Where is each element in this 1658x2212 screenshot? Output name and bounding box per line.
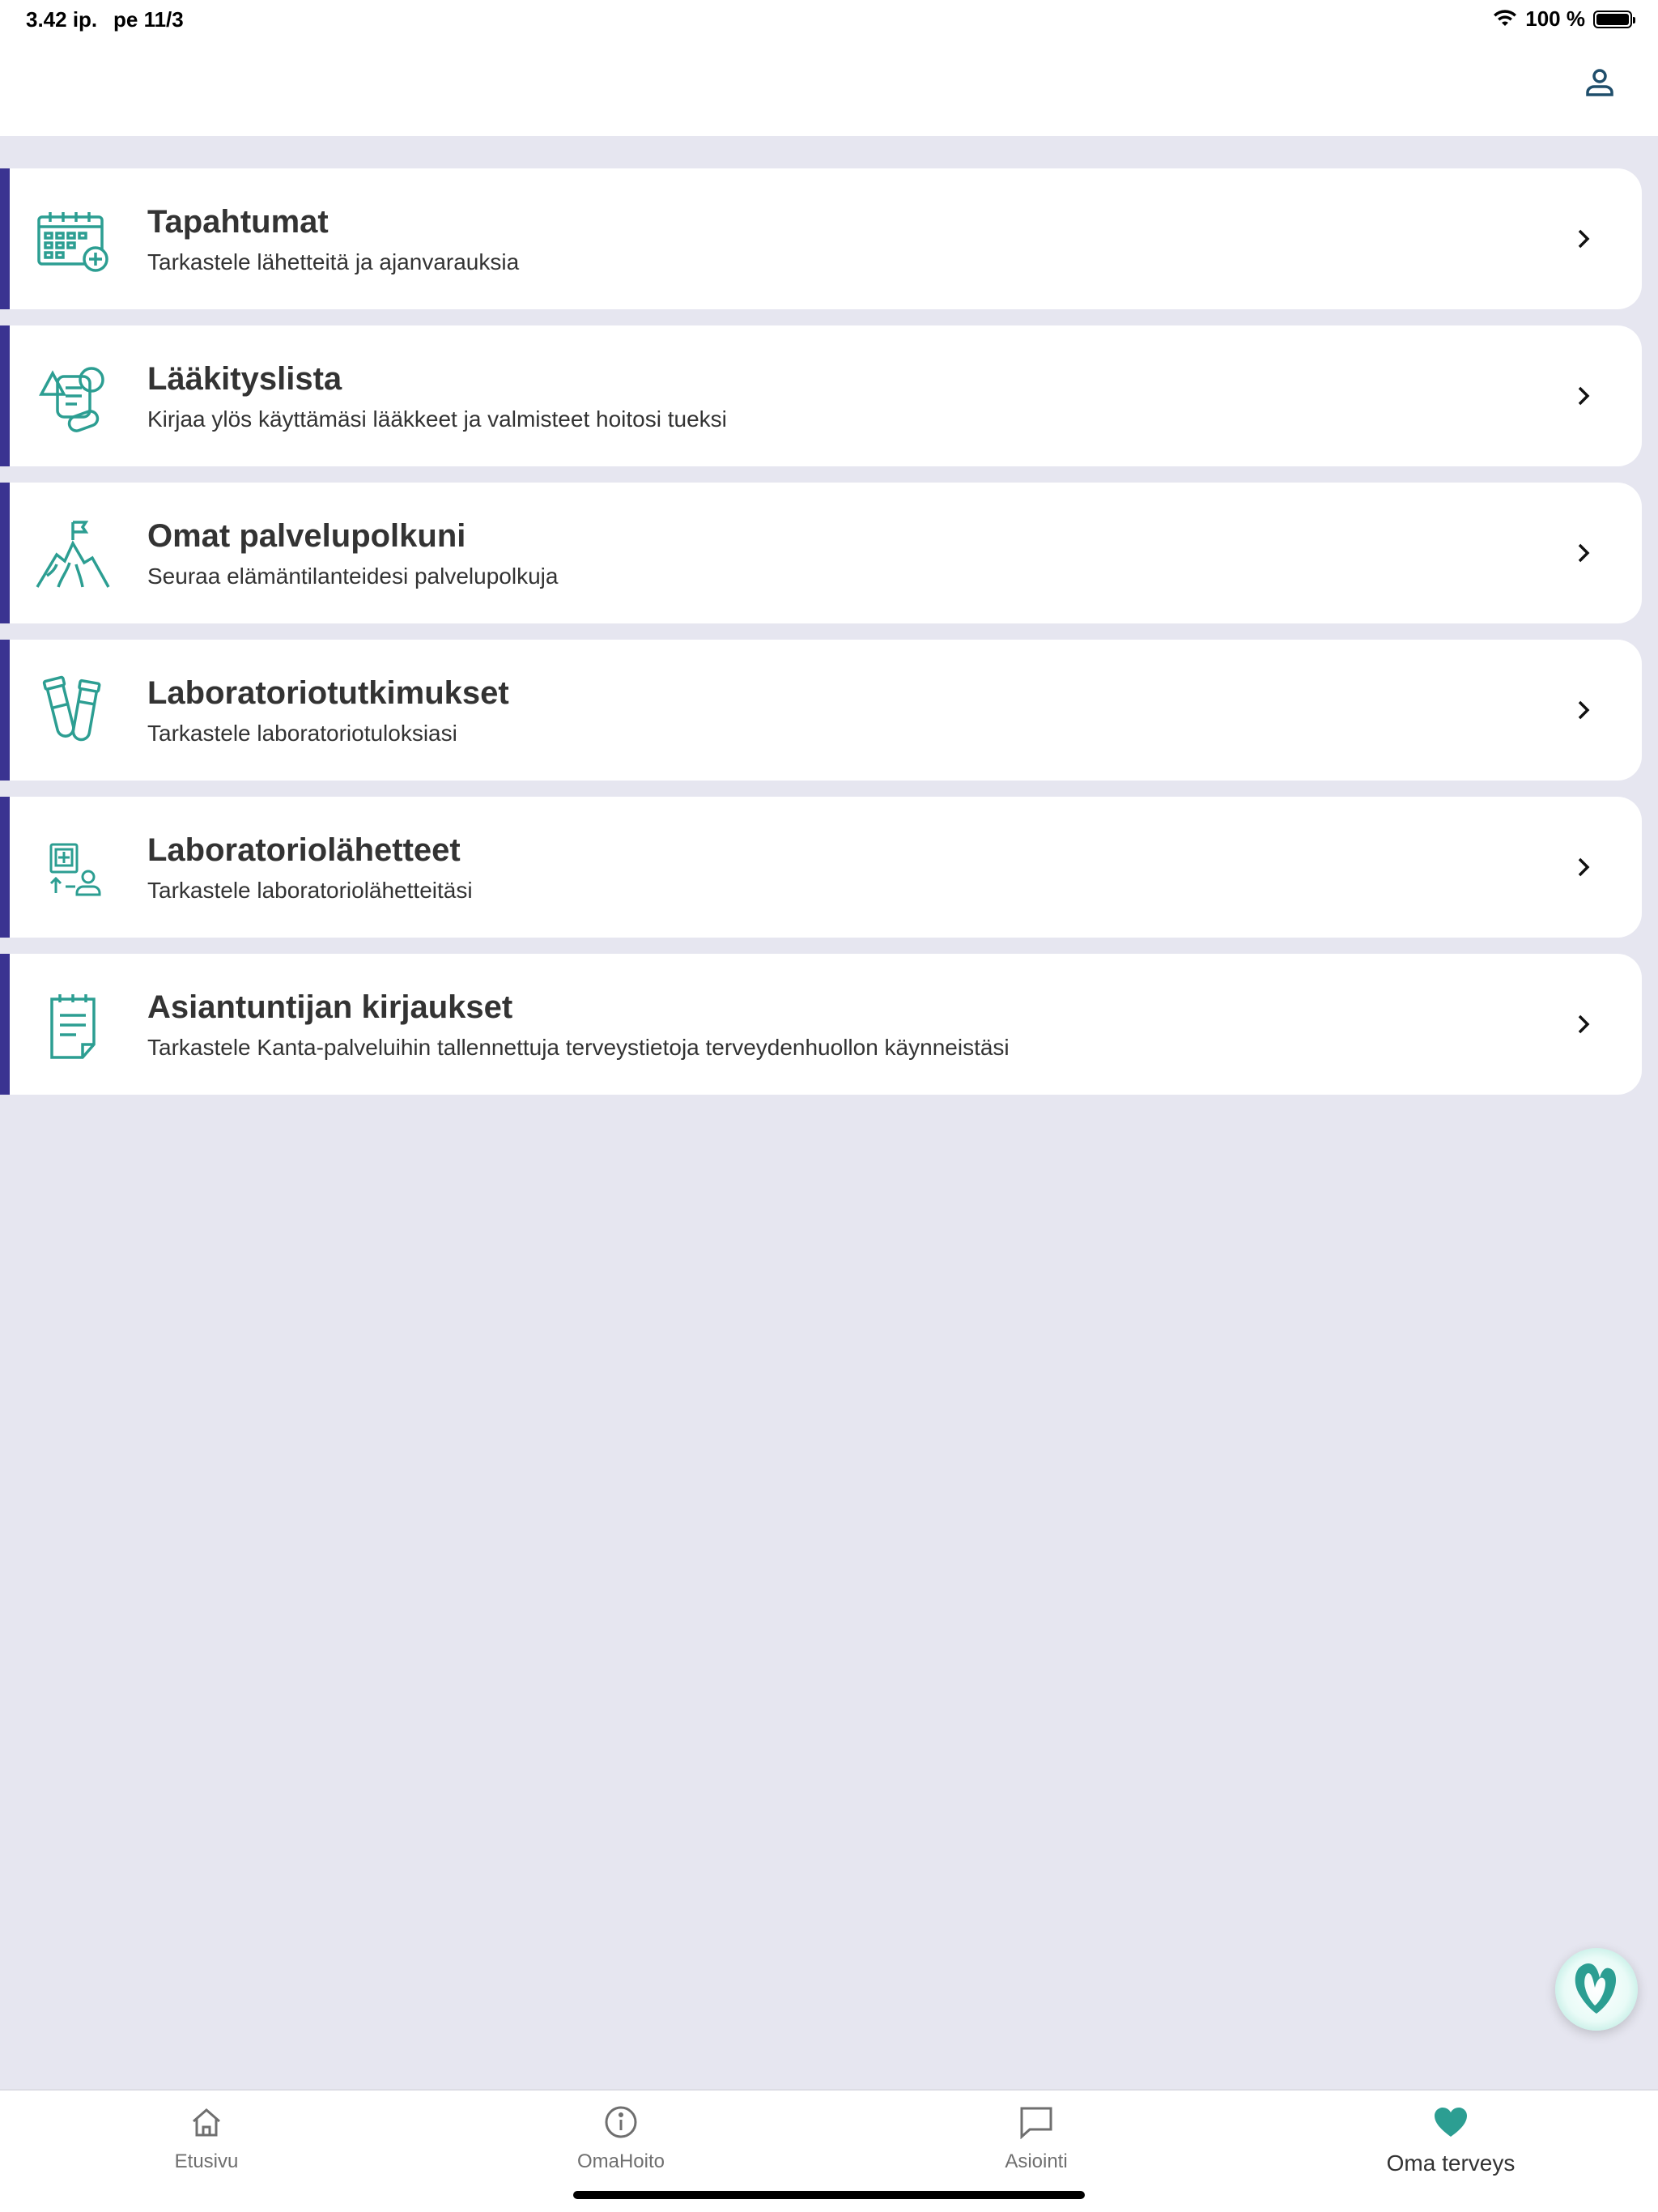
heart-chat-icon xyxy=(1575,1963,1616,2014)
tab-etusivu[interactable]: Etusivu xyxy=(85,2102,328,2183)
clinic-referral-icon xyxy=(34,831,112,908)
tab-label: Etusivu xyxy=(174,2150,239,2172)
list-item-omat-palvelupolkuni[interactable]: Omat palvelupolkuni Seuraa elämäntilante… xyxy=(0,483,1642,623)
medication-icon xyxy=(34,359,112,437)
test-tubes-icon xyxy=(34,674,112,751)
tab-asiointi[interactable]: Asiointi xyxy=(915,2102,1158,2183)
info-icon xyxy=(601,2102,641,2142)
person-icon xyxy=(1586,69,1613,96)
notepad-icon xyxy=(34,988,112,1066)
card-title: Omat palvelupolkuni xyxy=(147,518,466,554)
card-subtitle: Tarkastele laboratoriolähetteitäsi xyxy=(147,878,473,903)
card-subtitle: Tarkastele Kanta-palveluihin tallennettu… xyxy=(147,1035,1010,1060)
tab-oma-terveys[interactable]: Oma terveys xyxy=(1329,2102,1572,2183)
health-menu-list: Tapahtumat Tarkastele lähetteitä ja ajan… xyxy=(0,168,1642,1111)
list-item-tapahtumat[interactable]: Tapahtumat Tarkastele lähetteitä ja ajan… xyxy=(0,168,1642,309)
list-item-laboratoriolahetteet[interactable]: Laboratoriolähetteet Tarkastele laborato… xyxy=(0,797,1642,938)
chevron-right-icon xyxy=(1567,223,1600,255)
card-subtitle: Seuraa elämäntilanteidesi palvelupolkuja xyxy=(147,564,559,589)
card-title: Asiantuntijan kirjaukset xyxy=(147,989,513,1025)
heart-icon xyxy=(1431,2102,1471,2142)
chevron-right-icon xyxy=(1567,694,1600,726)
card-title: Tapahtumat xyxy=(147,204,329,240)
mountain-flag-icon xyxy=(34,517,112,594)
calendar-add-icon xyxy=(34,202,112,280)
chevron-right-icon xyxy=(1567,1008,1600,1040)
status-time: 3.42 ip. xyxy=(26,7,98,32)
chat-assistant-button[interactable] xyxy=(1555,1948,1638,2031)
tab-omahoito[interactable]: OmaHoito xyxy=(500,2102,742,2183)
battery-icon xyxy=(1593,10,1635,28)
card-title: Laboratoriolähetteet xyxy=(147,832,461,868)
card-subtitle: Tarkastele lähetteitä ja ajanvarauksia xyxy=(147,249,520,274)
list-item-asiantuntijan-kirjaukset[interactable]: Asiantuntijan kirjaukset Tarkastele Kant… xyxy=(0,954,1642,1095)
profile-button[interactable] xyxy=(1575,58,1624,107)
wifi-icon xyxy=(1494,9,1517,26)
battery-percent: 100 % xyxy=(1525,6,1585,31)
tab-label: Oma terveys xyxy=(1386,2150,1516,2176)
chevron-right-icon xyxy=(1567,851,1600,883)
status-bar: 3.42 ip. pe 11/3 100 % xyxy=(0,0,1658,39)
card-subtitle: Kirjaa ylös käyttämäsi lääkkeet ja valmi… xyxy=(147,406,727,432)
app-header xyxy=(0,39,1658,136)
list-item-laboratoriotutkimukset[interactable]: Laboratoriotutkimukset Tarkastele labora… xyxy=(0,640,1642,781)
tab-label: Asiointi xyxy=(1005,2150,1068,2172)
list-item-laakityslista[interactable]: Lääkityslista Kirjaa ylös käyttämäsi lää… xyxy=(0,325,1642,466)
card-title: Laboratoriotutkimukset xyxy=(147,675,509,711)
card-subtitle: Tarkastele laboratoriotuloksiasi xyxy=(147,721,457,746)
home-icon xyxy=(186,2102,227,2142)
status-date: pe 11/3 xyxy=(113,7,184,32)
status-indicators: 100 % xyxy=(1493,6,1635,32)
tab-label: OmaHoito xyxy=(576,2150,665,2172)
chevron-right-icon xyxy=(1567,380,1600,412)
card-title: Lääkityslista xyxy=(147,361,342,397)
chevron-right-icon xyxy=(1567,537,1600,569)
home-indicator xyxy=(573,2191,1085,2199)
chat-icon xyxy=(1016,2102,1056,2142)
